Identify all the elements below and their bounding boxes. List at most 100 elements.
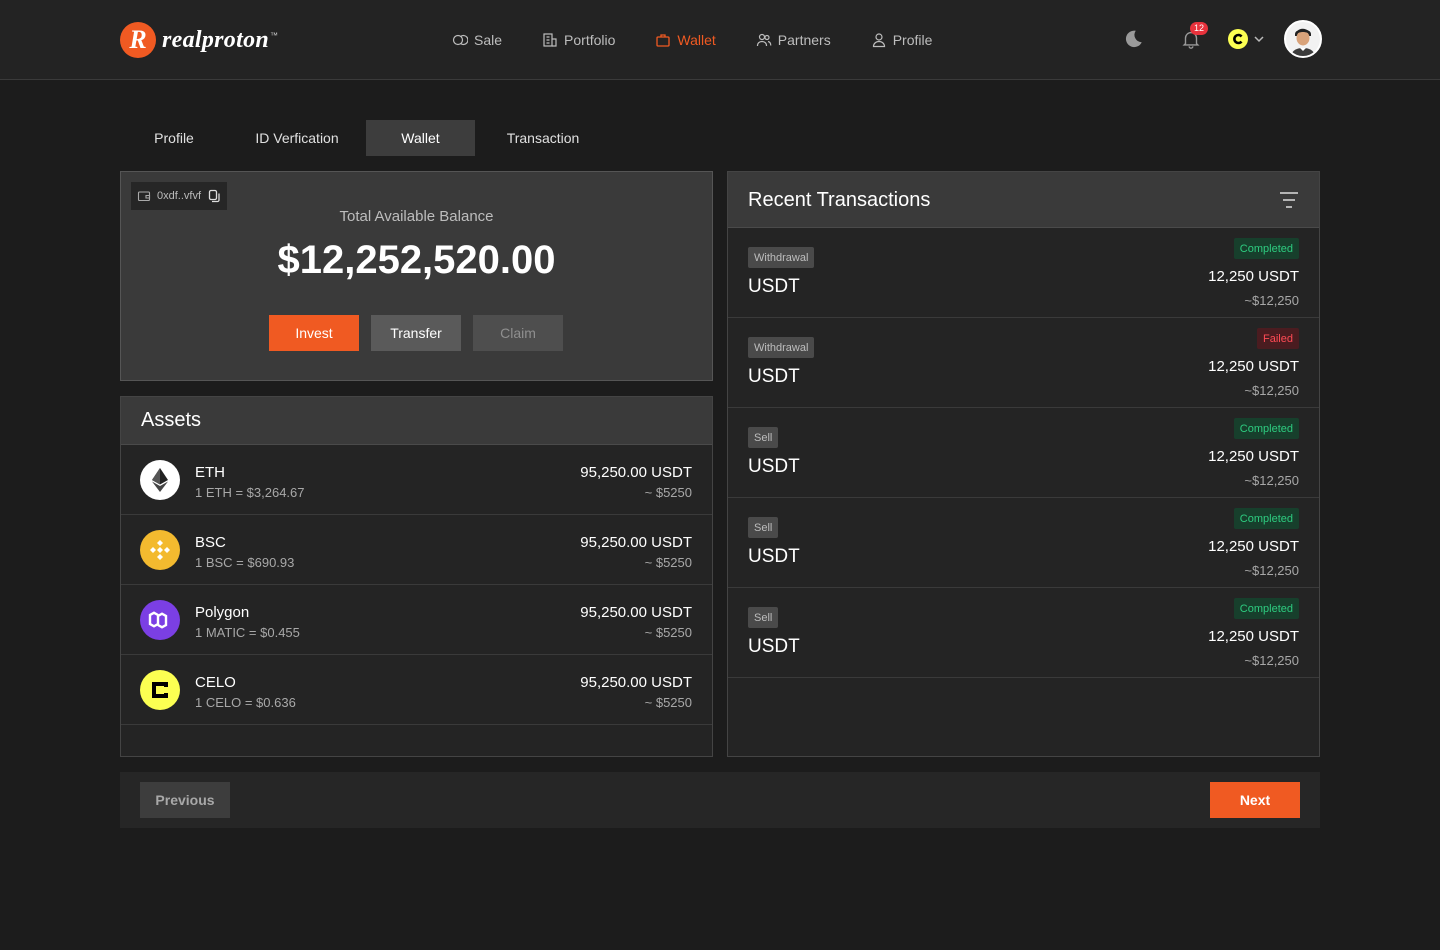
asset-name: BSC [195,534,226,551]
tab-wallet[interactable]: Wallet [366,120,475,156]
nav-item-portfolio[interactable]: Portfolio [542,30,615,50]
asset-name: CELO [195,674,236,691]
transaction-row[interactable]: Sell USDT Completed 12,250 USDT ~$12,250 [728,588,1319,678]
asset-usd-value: ~ $5250 [644,485,692,500]
asset-row-bsc[interactable]: BSC 1 BSC = $690.93 95,250.00 USDT ~ $52… [121,515,712,585]
nav-item-wallet[interactable]: Wallet [655,30,716,50]
transaction-amount: 12,250 USDT [1208,628,1299,645]
logo-mark-icon: R [120,22,156,58]
transaction-row[interactable]: Sell USDT Completed 12,250 USDT ~$12,250 [728,408,1319,498]
asset-row-eth[interactable]: ETH 1 ETH = $3,264.67 95,250.00 USDT ~ $… [121,445,712,515]
notifications-button[interactable]: 12 [1180,22,1209,50]
recent-transactions-panel: Recent Transactions Withdrawal USDT Comp… [727,171,1320,757]
nav-item-sale[interactable]: Sale [452,30,502,50]
assets-panel: Assets ETH 1 ETH = $3,264.67 95,250.00 U… [120,396,713,757]
status-badge: Completed [1233,238,1299,259]
claim-button[interactable]: Claim [473,315,563,351]
asset-row-celo[interactable]: CELO 1 CELO = $0.636 95,250.00 USDT ~ $5… [121,655,712,725]
status-badge: Failed [1257,328,1299,349]
transaction-type-badge: Sell [748,607,779,628]
nav-label: Sale [474,32,503,48]
asset-usd-value: ~ $5250 [644,625,692,640]
trademark-sign: ™ [270,30,279,40]
chevron-down-icon [1254,36,1264,43]
status-badge: Completed [1233,508,1299,529]
users-icon [756,33,772,47]
asset-amount: 95,250.00 USDT [580,534,692,551]
transaction-asset: USDT [748,546,800,567]
header-actions: 12 [1122,20,1322,58]
coins-icon [452,34,468,46]
transaction-type-badge: Sell [748,517,779,538]
asset-amount: 95,250.00 USDT [580,674,692,691]
profile-tabs: Profile ID Verfication Wallet Transactio… [120,120,611,156]
asset-usd-value: ~ $5250 [644,695,692,710]
building-icon [543,33,557,47]
tab-profile[interactable]: Profile [120,120,228,156]
nav-item-profile[interactable]: Profile [871,30,933,50]
transaction-amount: 12,250 USDT [1208,268,1299,285]
nav-item-partners[interactable]: Partners [756,30,831,50]
bnb-icon [140,530,180,570]
transaction-amount: 12,250 USDT [1208,538,1299,555]
nav-label: Wallet [677,32,716,48]
filter-icon[interactable] [1279,191,1299,209]
previous-button[interactable]: Previous [140,782,230,818]
transaction-type-badge: Withdrawal [748,337,815,358]
transaction-type-badge: Withdrawal [748,247,815,268]
main-nav: Sale Portfolio Wallet Partners Profile [452,30,932,50]
celo-icon [1228,29,1248,49]
user-icon [872,33,885,48]
brand-logo[interactable]: R realproton ™ [120,22,278,58]
transaction-asset: USDT [748,456,800,477]
tab-transaction[interactable]: Transaction [475,120,611,156]
invest-button[interactable]: Invest [269,315,359,351]
next-button[interactable]: Next [1210,782,1300,818]
asset-name: Polygon [195,604,250,621]
transaction-type-badge: Sell [748,427,779,448]
nav-label: Partners [777,32,831,48]
balance-value: $12,252,520.00 [277,238,556,282]
transaction-usd-value: ~$12,250 [1244,653,1299,668]
tab-id-verification[interactable]: ID Verfication [228,120,366,156]
transactions-title: Recent Transactions [748,189,931,211]
transaction-amount: 12,250 USDT [1208,448,1299,465]
transaction-asset: USDT [748,366,800,387]
avatar[interactable] [1284,20,1322,58]
wallet-icon [137,191,151,202]
asset-row-polygon[interactable]: Polygon 1 MATIC = $0.455 95,250.00 USDT … [121,585,712,655]
transfer-button[interactable]: Transfer [371,315,461,351]
balance-card: 0xdf..vfvf Total Available Balance $12,2… [120,171,713,381]
status-badge: Completed [1233,418,1299,439]
transaction-row[interactable]: Sell USDT Completed 12,250 USDT ~$12,250 [728,498,1319,588]
wallet-address: 0xdf..vfvf [157,190,202,202]
asset-rate: 1 CELO = $0.636 [195,695,296,710]
asset-rate: 1 MATIC = $0.455 [195,625,300,640]
transactions-header: Recent Transactions [728,172,1319,228]
wallet-address-chip[interactable]: 0xdf..vfvf [131,182,228,210]
transaction-row[interactable]: Withdrawal USDT Failed 12,250 USDT ~$12,… [728,318,1319,408]
eth-icon [140,460,180,500]
transaction-asset: USDT [748,276,800,297]
brand-name: realproton [162,26,270,53]
briefcase-icon [656,34,671,47]
asset-usd-value: ~ $5250 [644,555,692,570]
transaction-row[interactable]: Withdrawal USDT Completed 12,250 USDT ~$… [728,228,1319,318]
transaction-asset: USDT [748,636,800,657]
asset-amount: 95,250.00 USDT [580,464,692,481]
asset-rate: 1 BSC = $690.93 [195,555,295,570]
transaction-usd-value: ~$12,250 [1244,383,1299,398]
asset-rate: 1 ETH = $3,264.67 [195,485,305,500]
moon-icon[interactable] [1122,28,1144,50]
copy-icon[interactable] [207,189,221,203]
notification-count-badge: 12 [1190,22,1209,35]
transaction-usd-value: ~$12,250 [1244,293,1299,308]
nav-label: Portfolio [564,32,616,48]
assets-title: Assets [121,397,712,445]
transaction-amount: 12,250 USDT [1208,358,1299,375]
transaction-usd-value: ~$12,250 [1244,473,1299,488]
balance-label: Total Available Balance [339,208,494,225]
nav-label: Profile [892,32,933,48]
network-selector[interactable] [1228,29,1266,49]
asset-amount: 95,250.00 USDT [580,604,692,621]
